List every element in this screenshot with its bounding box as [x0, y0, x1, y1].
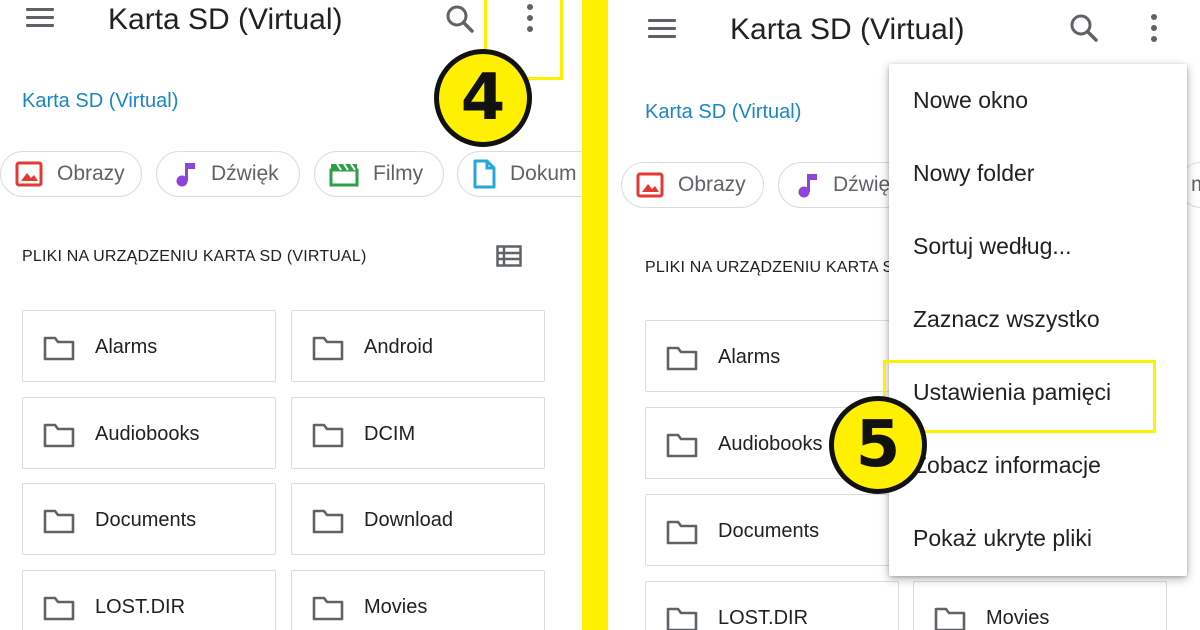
- folder-item[interactable]: Audiobooks: [22, 397, 276, 469]
- chip-documents[interactable]: Dokum: [457, 151, 582, 197]
- highlight-box-storage-settings: [883, 360, 1156, 433]
- folder-icon: [666, 433, 698, 458]
- chip-audio[interactable]: Dźwięk: [156, 151, 300, 197]
- music-note-icon: [176, 163, 195, 187]
- folder-icon: [312, 509, 344, 534]
- folder-icon: [666, 520, 698, 545]
- chip-label: Obrazy: [57, 162, 125, 185]
- menu-item-select-all[interactable]: Zaznacz wszystko: [913, 306, 1100, 333]
- folder-item[interactable]: Android: [291, 310, 545, 382]
- folder-item[interactable]: DCIM: [291, 397, 545, 469]
- overflow-menu: Nowe okno Nowy folder Sortuj według... Z…: [889, 64, 1187, 576]
- menu-item-new-folder[interactable]: Nowy folder: [913, 160, 1034, 187]
- more-options-icon[interactable]: [1144, 12, 1164, 44]
- folder-name: Audiobooks: [95, 423, 200, 445]
- folder-icon: [43, 596, 75, 621]
- app-bar-title: Karta SD (Virtual): [730, 13, 965, 46]
- chip-videos[interactable]: Filmy: [314, 151, 444, 197]
- folder-item[interactable]: Alarms: [645, 320, 899, 392]
- breadcrumb[interactable]: Karta SD (Virtual): [645, 101, 801, 124]
- app-bar-title: Karta SD (Virtual): [108, 3, 343, 36]
- folder-name: Alarms: [718, 346, 781, 368]
- menu-item-sort-by[interactable]: Sortuj według...: [913, 233, 1072, 260]
- menu-item-show-info[interactable]: Zobacz informacje: [913, 452, 1101, 479]
- search-icon[interactable]: [1068, 12, 1100, 44]
- list-view-icon[interactable]: [496, 245, 522, 267]
- folder-icon: [312, 423, 344, 448]
- folder-icon: [666, 346, 698, 371]
- music-note-icon: [798, 174, 817, 198]
- chip-label: Obrazy: [678, 173, 746, 196]
- search-icon[interactable]: [444, 3, 476, 35]
- folder-name: Audiobooks: [718, 433, 823, 455]
- folder-icon: [43, 423, 75, 448]
- folder-icon: [934, 607, 966, 630]
- folder-icon: [43, 336, 75, 361]
- folder-item[interactable]: LOST.DIR: [22, 570, 276, 630]
- document-icon: [473, 159, 496, 189]
- chip-images[interactable]: Obrazy: [0, 151, 142, 197]
- image-icon: [636, 172, 664, 198]
- folder-icon: [312, 596, 344, 621]
- folder-name: Download: [364, 509, 453, 531]
- folder-item[interactable]: Documents: [645, 494, 899, 566]
- menu-icon[interactable]: [648, 19, 678, 41]
- menu-icon[interactable]: [26, 8, 56, 30]
- panel-divider: [582, 0, 608, 630]
- chip-label: Dokum: [510, 162, 577, 185]
- folder-name: Movies: [364, 596, 428, 618]
- movie-icon: [329, 163, 359, 187]
- chip-label: Dźwięk: [211, 162, 279, 185]
- section-title: PLIKI NA URZĄDZENIU KARTA SD (VIRTUAL): [22, 248, 367, 265]
- folder-item[interactable]: Movies: [291, 570, 545, 630]
- folder-name: Documents: [95, 509, 197, 531]
- chip-label: Filmy: [373, 162, 424, 185]
- chip-images[interactable]: Obrazy: [621, 162, 764, 208]
- menu-item-new-window[interactable]: Nowe okno: [913, 87, 1028, 114]
- folder-name: DCIM: [364, 423, 416, 445]
- folder-name: Movies: [986, 607, 1050, 629]
- chip-label: Dźwię: [833, 173, 891, 196]
- image-icon: [15, 161, 43, 187]
- folder-icon: [666, 607, 698, 630]
- folder-name: Documents: [718, 520, 820, 542]
- breadcrumb[interactable]: Karta SD (Virtual): [22, 90, 178, 113]
- folder-item[interactable]: Alarms: [22, 310, 276, 382]
- folder-name: Alarms: [95, 336, 158, 358]
- folder-item[interactable]: Download: [291, 483, 545, 555]
- menu-item-show-hidden-files[interactable]: Pokaż ukryte pliki: [913, 525, 1092, 552]
- step-5-badge: 5: [829, 396, 927, 494]
- step-4-badge: 4: [434, 49, 532, 147]
- chip-label: m: [1191, 173, 1200, 196]
- folder-item[interactable]: Documents: [22, 483, 276, 555]
- folder-icon: [312, 336, 344, 361]
- folder-item[interactable]: Movies: [913, 581, 1167, 630]
- folder-name: LOST.DIR: [718, 607, 809, 629]
- folder-icon: [43, 509, 75, 534]
- folder-name: LOST.DIR: [95, 596, 186, 618]
- left-screen: Karta SD (Virtual) Karta SD (Virtual) Ob…: [0, 0, 582, 630]
- section-title: PLIKI NA URZĄDZENIU KARTA S: [645, 259, 894, 276]
- folder-name: Android: [364, 336, 433, 358]
- folder-item[interactable]: LOST.DIR: [645, 581, 899, 630]
